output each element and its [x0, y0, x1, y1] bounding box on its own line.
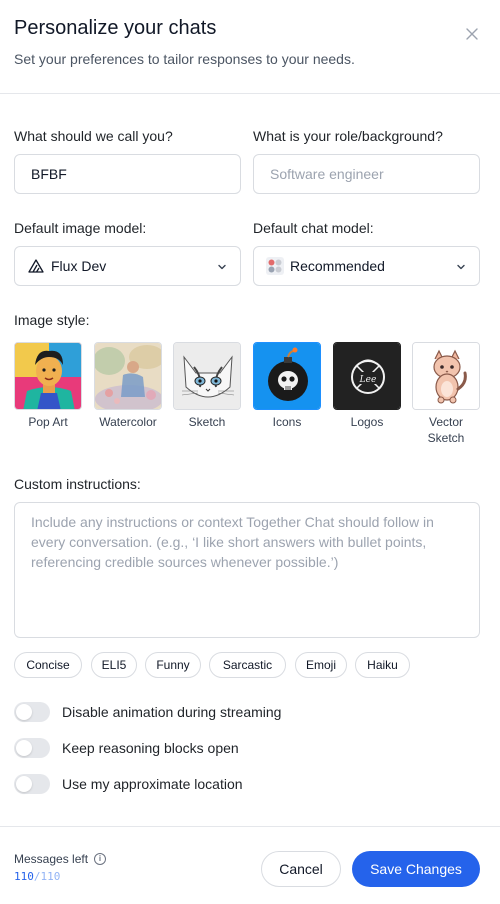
style-label: Logos	[350, 415, 384, 429]
sketch-thumbnail	[173, 342, 241, 410]
icons-thumbnail	[253, 342, 321, 410]
role-input[interactable]	[253, 154, 480, 194]
style-option-vector-sketch[interactable]: Vector Sketch	[412, 342, 480, 446]
messages-count: 110/110	[14, 870, 60, 883]
chip-funny[interactable]: Funny	[145, 652, 201, 678]
messages-used: 110	[14, 870, 34, 883]
pop-art-thumbnail	[14, 342, 82, 410]
chat-model-select[interactable]: Recommended	[253, 246, 480, 286]
recommended-grid-icon	[266, 257, 284, 275]
chip-concise[interactable]: Concise	[14, 652, 82, 678]
chip-emoji[interactable]: Emoji	[295, 652, 347, 678]
vector-sketch-thumbnail	[412, 342, 480, 410]
style-option-pop-art[interactable]: Pop Art	[14, 342, 82, 430]
watercolor-thumbnail	[94, 342, 162, 410]
close-icon[interactable]	[462, 24, 482, 44]
save-changes-button[interactable]: Save Changes	[352, 851, 480, 887]
image-model-value: Flux Dev	[51, 258, 107, 274]
style-label: Watercolor	[99, 415, 157, 429]
style-label: Vector Sketch	[427, 415, 465, 445]
toggle-disable-animation[interactable]: Disable animation during streaming	[14, 700, 281, 724]
toggle-label: Keep reasoning blocks open	[62, 740, 239, 756]
messages-total: 110	[40, 870, 61, 883]
name-label: What should we call you?	[14, 128, 173, 144]
style-option-sketch[interactable]: Sketch	[173, 342, 241, 430]
svg-text:Lee: Lee	[359, 375, 377, 385]
style-option-watercolor[interactable]: Watercolor	[94, 342, 162, 430]
toggle-label: Disable animation during streaming	[62, 704, 282, 720]
chat-model-value: Recommended	[290, 258, 385, 274]
toggle-switch[interactable]	[14, 738, 50, 758]
image-model-label: Default image model:	[14, 220, 147, 236]
info-icon[interactable]: i	[94, 853, 107, 865]
toggle-approximate-location[interactable]: Use my approximate location	[14, 772, 243, 796]
chip-eli5[interactable]: ELI5	[91, 652, 137, 678]
dialog-subtitle: Set your preferences to tailor responses…	[14, 51, 355, 67]
logos-thumbnail: Lee	[333, 342, 401, 410]
toggle-switch[interactable]	[14, 774, 50, 794]
messages-left: Messages left i	[14, 852, 107, 866]
style-label: Pop Art	[28, 415, 68, 429]
toggle-label: Use my approximate location	[62, 776, 243, 792]
dialog-title: Personalize your chats	[14, 17, 217, 39]
messages-left-label: Messages left	[14, 852, 89, 866]
style-option-logos[interactable]: Lee Logos	[333, 342, 401, 430]
messages-separator: /	[33, 870, 41, 883]
toggle-switch[interactable]	[14, 702, 50, 722]
chevron-down-icon	[216, 260, 228, 272]
image-style-label: Image style:	[14, 312, 90, 328]
cancel-button[interactable]: Cancel	[261, 851, 341, 887]
style-option-icons[interactable]: Icons	[253, 342, 321, 430]
style-label: Icons	[272, 415, 302, 429]
toggle-keep-reasoning-open[interactable]: Keep reasoning blocks open	[14, 736, 239, 760]
custom-instructions-input[interactable]	[14, 502, 480, 638]
name-input[interactable]	[14, 154, 241, 194]
chip-haiku[interactable]: Haiku	[355, 652, 410, 678]
style-label: Sketch	[188, 415, 226, 429]
role-label: What is your role/background?	[253, 128, 443, 144]
custom-instructions-label: Custom instructions:	[14, 476, 141, 492]
flux-logo-icon	[27, 257, 45, 275]
chevron-down-icon	[455, 260, 467, 272]
image-model-select[interactable]: Flux Dev	[14, 246, 241, 286]
dialog-header: Personalize your chats Set your preferen…	[0, 0, 500, 94]
chat-model-label: Default chat model:	[253, 220, 374, 236]
chip-sarcastic[interactable]: Sarcastic	[209, 652, 286, 678]
